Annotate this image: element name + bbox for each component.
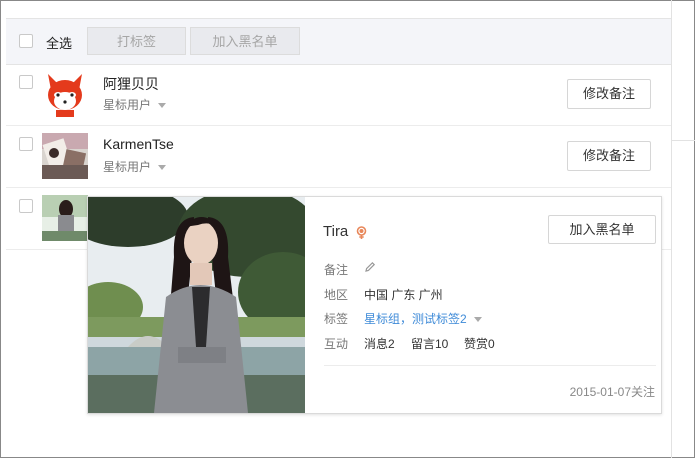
profile-name: Tira xyxy=(323,223,349,240)
card-divider xyxy=(324,365,656,366)
user-tag-label: 星标用户 xyxy=(103,98,152,112)
remark-label: 备注 xyxy=(324,263,349,277)
profile-photo xyxy=(88,197,305,413)
user-tag[interactable]: 星标用户 xyxy=(103,96,167,113)
follow-date: 2015-01-07关注 xyxy=(569,385,655,399)
select-all-label[interactable]: 全选 xyxy=(46,33,72,52)
user-list-panel: 全选 打标签 加入黑名单 阿狸贝贝 星标用户 修改备注 KarmenTse 星标… xyxy=(0,0,671,458)
add-to-blacklist-button[interactable]: 加入黑名单 xyxy=(548,215,656,244)
rewards-count: 赞赏0 xyxy=(464,337,495,351)
row-checkbox[interactable] xyxy=(19,137,33,151)
panel-divider xyxy=(671,0,672,458)
messages-count: 消息2 xyxy=(364,337,395,351)
blacklist-button[interactable]: 加入黑名单 xyxy=(190,27,300,55)
chevron-down-icon[interactable] xyxy=(158,165,167,171)
region-value: 中国 广东 广州 xyxy=(364,288,443,302)
interaction-label: 互动 xyxy=(324,337,349,351)
list-toolbar: 全选 打标签 加入黑名单 xyxy=(6,18,671,65)
edit-remark-button[interactable]: 修改备注 xyxy=(567,141,651,171)
avatar[interactable] xyxy=(42,195,88,241)
chevron-down-icon[interactable] xyxy=(473,317,482,323)
tags-value[interactable]: 星标组，测试标签2 xyxy=(364,310,482,327)
avatar[interactable] xyxy=(42,71,88,117)
row-checkbox[interactable] xyxy=(19,75,33,89)
pencil-icon[interactable] xyxy=(364,261,376,276)
user-name[interactable]: KarmenTse xyxy=(103,136,174,152)
tag-button[interactable]: 打标签 xyxy=(87,27,186,55)
user-row: 阿狸贝贝 星标用户 修改备注 xyxy=(6,63,671,126)
user-row: KarmenTse 星标用户 修改备注 xyxy=(6,125,671,188)
user-name[interactable]: 阿狸贝贝 xyxy=(103,74,159,94)
profile-card: Tira 加入黑名单 备注 地区 中国 广东 广州 标签 星标组，测试标签2 互… xyxy=(87,196,662,414)
tags-value-text: 星标组，测试标签2 xyxy=(364,312,467,326)
panel-divider-tick xyxy=(671,140,695,141)
region-label: 地区 xyxy=(324,288,349,302)
select-all-checkbox[interactable] xyxy=(19,34,33,48)
user-tag[interactable]: 星标用户 xyxy=(103,158,167,175)
female-icon xyxy=(356,226,367,243)
user-tag-label: 星标用户 xyxy=(103,160,152,174)
row-checkbox[interactable] xyxy=(19,199,33,213)
tags-label: 标签 xyxy=(324,312,349,326)
avatar[interactable] xyxy=(42,133,88,179)
comments-count: 留言10 xyxy=(411,337,449,351)
chevron-down-icon[interactable] xyxy=(158,103,167,109)
edit-remark-button[interactable]: 修改备注 xyxy=(567,79,651,109)
